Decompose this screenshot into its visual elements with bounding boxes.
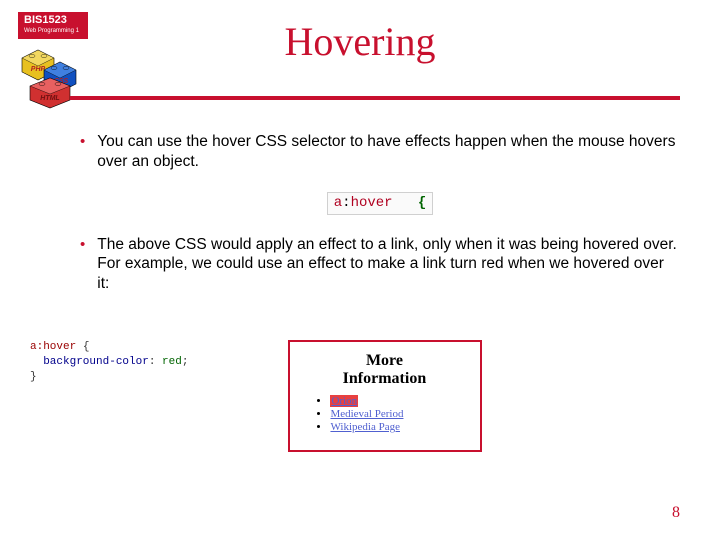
bullet-text: The above CSS would apply an effect to a… [97, 235, 680, 294]
inline-code-figure: a:hover { [80, 192, 680, 215]
preview-title: More Information [304, 352, 464, 387]
svg-text:PHP: PHP [31, 66, 46, 73]
code-pseudo: hover [351, 195, 393, 211]
bullet-text: You can use the hover CSS selector to ha… [97, 132, 680, 172]
list-item: Wikipedia Page [330, 421, 464, 433]
list-item: Medieval Period [330, 408, 464, 420]
example-row: a:hover { background-color: red; } More … [30, 340, 690, 452]
preview-box: More Information Orion Medieval Period W… [288, 340, 482, 452]
bullet-item: • The above CSS would apply an effect to… [80, 235, 680, 294]
preview-link-hovered[interactable]: Orion [330, 395, 358, 407]
svg-text:HTML: HTML [40, 95, 59, 102]
title-underline [70, 96, 680, 100]
bullet-dot-icon: • [80, 235, 85, 294]
code-block: a:hover { background-color: red; } [30, 340, 188, 385]
bullet-dot-icon: • [80, 132, 85, 172]
slide-content: • You can use the hover CSS selector to … [80, 132, 680, 320]
code-selector: a [334, 195, 342, 211]
preview-link[interactable]: Medieval Period [330, 408, 403, 420]
list-item: Orion [330, 395, 464, 407]
page-number: 8 [672, 504, 680, 522]
slide-header: BIS1523 Web Programming 1 PHP CSS HTML H… [0, 0, 720, 110]
preview-link[interactable]: Wikipedia Page [330, 421, 400, 433]
code-brace: { [418, 195, 426, 211]
preview-list: Orion Medieval Period Wikipedia Page [304, 395, 464, 433]
bullet-item: • You can use the hover CSS selector to … [80, 132, 680, 172]
slide-title: Hovering [0, 18, 720, 65]
inline-code-box: a:hover { [327, 192, 433, 215]
